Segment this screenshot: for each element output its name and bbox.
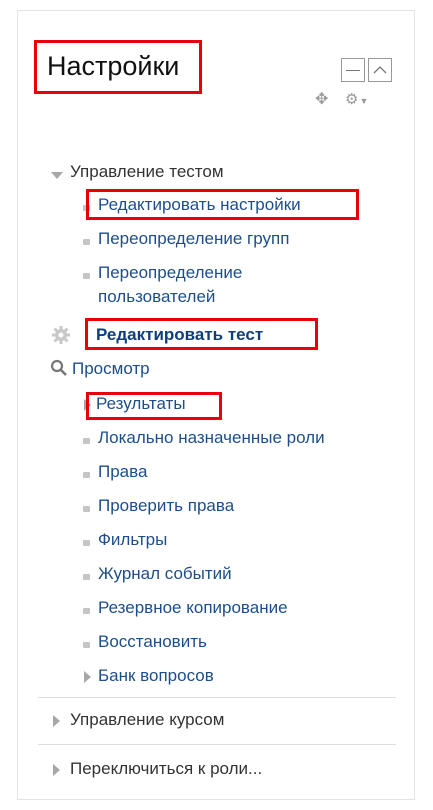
nav-local-roles[interactable]: Локально назначенные роли <box>98 427 325 449</box>
expanded-caret-icon <box>51 172 63 179</box>
bullet-icon <box>83 574 90 580</box>
nav-user-overrides[interactable]: Переопределение <box>98 262 242 284</box>
nav-question-bank[interactable]: Банк вопросов <box>98 665 214 687</box>
bullet-icon <box>83 540 90 546</box>
highlight-box <box>85 318 318 350</box>
nav-restore[interactable]: Восстановить <box>98 631 207 653</box>
actions-menu[interactable]: ⚙▼ <box>345 90 368 108</box>
nav-course-administration[interactable]: Управление курсом <box>70 709 224 731</box>
nav-check-permissions[interactable]: Проверить права <box>98 495 234 517</box>
gear-icon <box>52 326 70 344</box>
nav-group-overrides[interactable]: Переопределение групп <box>98 228 289 250</box>
collapsed-caret-icon <box>53 764 60 776</box>
bullet-icon <box>83 438 90 444</box>
chevron-up-icon <box>373 66 387 74</box>
move-icon[interactable]: ✥ <box>315 89 328 109</box>
nav-permissions[interactable]: Права <box>98 461 147 483</box>
highlight-box <box>86 392 222 420</box>
nav-filters[interactable]: Фильтры <box>98 529 167 551</box>
search-icon <box>50 359 67 376</box>
nav-quiz-administration[interactable]: Управление тестом <box>70 161 224 183</box>
bullet-icon <box>83 608 90 614</box>
collapsed-caret-icon <box>84 671 91 683</box>
nav-logs[interactable]: Журнал событий <box>98 563 232 585</box>
divider <box>38 744 396 745</box>
nav-backup[interactable]: Резервное копирование <box>98 597 288 619</box>
nav-user-overrides-line2[interactable]: пользователей <box>98 286 215 308</box>
bullet-icon <box>83 472 90 478</box>
bullet-icon <box>83 239 90 245</box>
bullet-icon <box>83 642 90 648</box>
collapsed-caret-icon <box>53 715 60 727</box>
collapse-button[interactable] <box>368 58 392 82</box>
nav-preview[interactable]: Просмотр <box>72 358 150 380</box>
minimize-button[interactable] <box>341 58 365 82</box>
highlight-box <box>86 189 359 220</box>
chevron-down-icon: ▼ <box>359 96 369 106</box>
divider <box>38 697 396 698</box>
bullet-icon <box>83 506 90 512</box>
bullet-icon <box>83 273 90 279</box>
gear-icon: ⚙ <box>345 91 359 108</box>
block-title: Настройки <box>34 40 202 94</box>
nav-switch-role[interactable]: Переключиться к роли... <box>70 758 262 780</box>
